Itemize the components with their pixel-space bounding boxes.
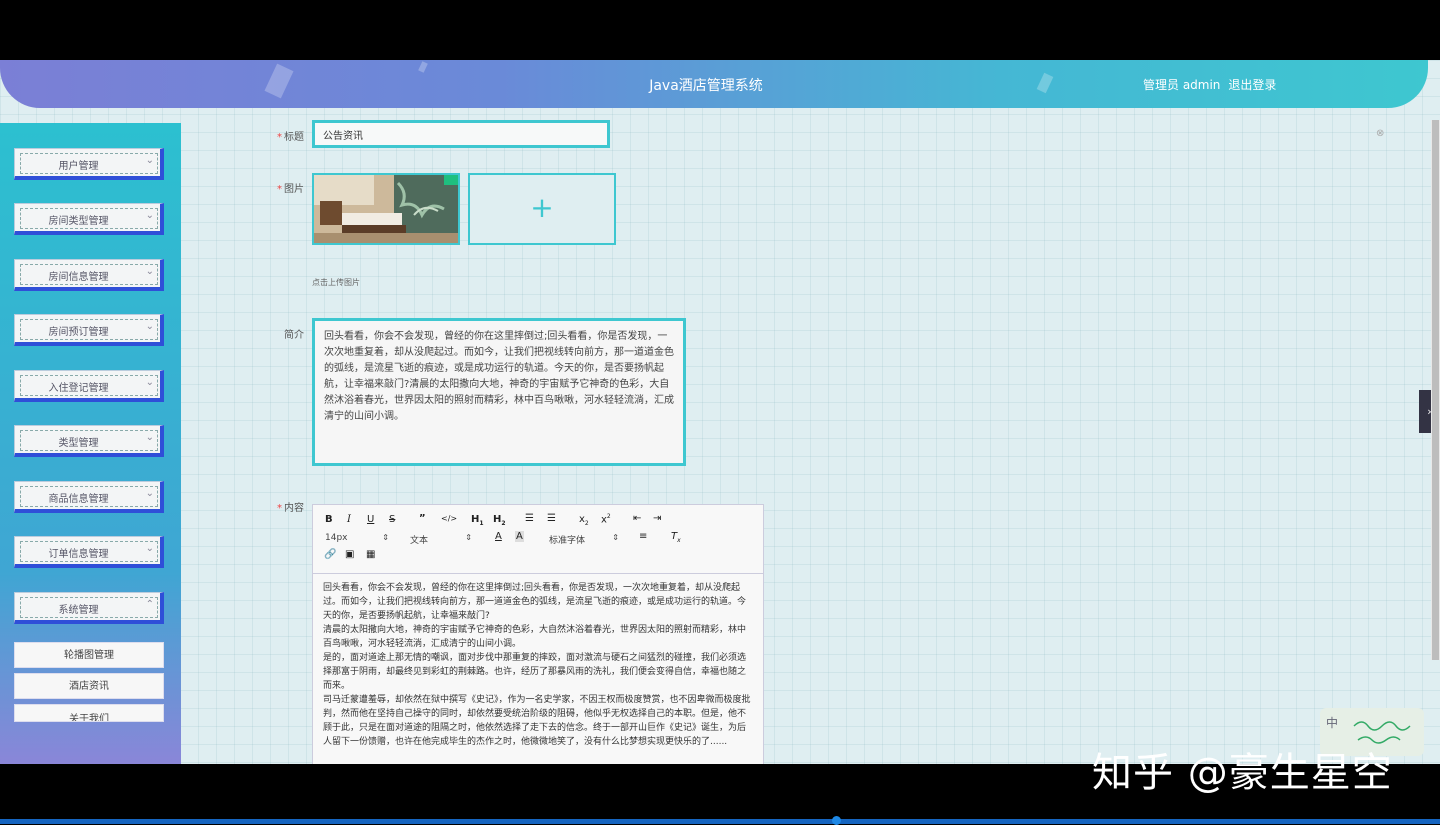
- chevron-down-icon: ⌄: [145, 543, 154, 554]
- sidebar-item-type-management[interactable]: 类型管理 ⌄: [14, 425, 164, 457]
- chevron-down-icon: ⌄: [145, 210, 154, 221]
- chevron-down-icon: ⌄: [145, 155, 154, 166]
- sidebar-item-label: 系统管理: [58, 605, 99, 616]
- video-icon[interactable]: ▦: [366, 549, 375, 560]
- select-arrow-icon: ⇕: [382, 533, 389, 542]
- outdent-icon[interactable]: ⇤: [633, 513, 641, 524]
- background-color-icon[interactable]: A: [515, 531, 524, 542]
- sidebar-item-room-type-management[interactable]: 房间类型管理 ⌄: [14, 203, 164, 235]
- sidebar: 用户管理 ⌄ 房间类型管理 ⌄ 房间信息管理 ⌄ 房间预订管理 ⌄ 入住登记管理…: [0, 123, 181, 764]
- editor-content[interactable]: 回头看看，你会不会发现，曾经的你在这里摔倒过;回头看看，你是否发现，一次次地重复…: [323, 581, 751, 749]
- font-size-select[interactable]: 14px ⇕: [325, 533, 389, 543]
- user-info: 管理员 admin 退出登录: [1143, 76, 1276, 93]
- username-label: 管理员 admin: [1143, 78, 1221, 92]
- editor-toolbar: B I U S ” </> H1 H2 ☰ ☰ x2 x2 ⇤ ⇥ 14px ⇕ …: [313, 505, 763, 574]
- bullet-list-icon[interactable]: ☰: [547, 513, 556, 524]
- rich-text-editor: B I U S ” </> H1 H2 ☰ ☰ x2 x2 ⇤ ⇥ 14px ⇕ …: [312, 504, 764, 764]
- upload-tip: 点击上传图片: [312, 278, 360, 287]
- sidebar-item-label: 用户管理: [58, 161, 99, 172]
- decor-shape: [418, 61, 428, 73]
- upload-image-button[interactable]: +: [468, 173, 616, 245]
- submenu-item-carousel[interactable]: 轮播图管理: [14, 642, 164, 668]
- hotel-room-image: [314, 175, 458, 243]
- code-block-icon[interactable]: </>: [441, 514, 457, 523]
- sidebar-item-room-info-management[interactable]: 房间信息管理 ⌄: [14, 259, 164, 291]
- bold-icon[interactable]: B: [325, 514, 333, 525]
- subscript-icon[interactable]: x2: [579, 514, 589, 527]
- strikethrough-icon[interactable]: S: [389, 514, 395, 525]
- chevron-down-icon: ⌄: [145, 377, 154, 388]
- sidebar-item-label: 商品信息管理: [48, 494, 109, 505]
- submenu-item-hotel-news[interactable]: 酒店资讯: [14, 673, 164, 699]
- sidebar-item-label: 订单信息管理: [48, 549, 109, 560]
- text-type-select[interactable]: 文本 ⇕: [410, 533, 472, 546]
- chevron-down-icon: ⌄: [145, 266, 154, 277]
- select-arrow-icon: ⇕: [612, 533, 619, 542]
- top-header: Java酒店管理系统 管理员 admin 退出登录: [0, 60, 1428, 108]
- indent-icon[interactable]: ⇥: [653, 513, 661, 524]
- sidebar-item-room-booking-management[interactable]: 房间预订管理 ⌄: [14, 314, 164, 346]
- editor-paragraph: 清晨的太阳撒向大地，神奇的宇宙赋予它神奇的色彩，大自然沐浴着春光，世界因太阳的照…: [323, 625, 747, 649]
- logout-link[interactable]: 退出登录: [1228, 78, 1276, 92]
- watermark-text: 知乎 @豪生星空: [1092, 750, 1393, 796]
- sidebar-item-system-management[interactable]: 系统管理 ⌃: [14, 592, 164, 624]
- uploaded-image[interactable]: [312, 173, 460, 245]
- sidebar-item-label: 房间信息管理: [48, 272, 109, 283]
- italic-icon[interactable]: I: [347, 514, 351, 525]
- heading1-icon[interactable]: H1: [471, 514, 484, 527]
- font-family-select[interactable]: 标准字体 ⇕: [549, 533, 619, 546]
- plus-icon: +: [530, 191, 554, 224]
- app-stage: Java酒店管理系统 管理员 admin 退出登录 用户管理 ⌄ 房间类型管理 ⌄…: [0, 60, 1440, 764]
- underline-icon[interactable]: U: [367, 514, 374, 525]
- chevron-down-icon: ⌄: [145, 488, 154, 499]
- font-color-icon[interactable]: A: [495, 531, 502, 542]
- chevron-up-icon: ⌃: [145, 599, 154, 610]
- scrollbar-thumb[interactable]: [1432, 120, 1439, 660]
- editor-paragraph: 回头看看，你会不会发现，曾经的你在这里摔倒过;回头看看，你是否发现，一次次地重复…: [323, 583, 747, 621]
- sidebar-item-product-management[interactable]: 商品信息管理 ⌄: [14, 481, 164, 513]
- sidebar-item-order-management[interactable]: 订单信息管理 ⌄: [14, 536, 164, 568]
- title-input[interactable]: [312, 120, 610, 148]
- editor-paragraph: 是的，面对道途上那无情的嘲讽，面对步伐中那重复的摔跤，面对激流与硬石之间猛烈的碰…: [323, 653, 747, 691]
- sidebar-item-label: 房间预订管理: [48, 327, 109, 338]
- image-label: * 图片: [277, 184, 304, 195]
- sidebar-item-label: 类型管理: [58, 438, 99, 449]
- heading2-icon[interactable]: H2: [493, 514, 506, 527]
- title-label: * 标题: [277, 132, 304, 143]
- link-icon[interactable]: 🔗: [324, 549, 336, 560]
- close-icon[interactable]: ⊗: [1376, 128, 1384, 139]
- blockquote-icon[interactable]: ”: [419, 513, 426, 524]
- sidebar-item-checkin-management[interactable]: 入住登记管理 ⌄: [14, 370, 164, 402]
- scrollbar[interactable]: [1431, 120, 1440, 660]
- image-icon[interactable]: ▣: [345, 549, 354, 560]
- clear-format-icon[interactable]: Tx: [671, 531, 681, 544]
- superscript-icon[interactable]: x2: [601, 513, 611, 525]
- chevron-down-icon: ⌄: [145, 432, 154, 443]
- sidebar-item-label: 房间类型管理: [48, 216, 109, 227]
- chevron-down-icon: ⌄: [145, 321, 154, 332]
- intro-label: 简介: [284, 330, 304, 341]
- editor-paragraph: 司马迁蒙遭羞辱，却依然在狱中撰写《史记》，作为一名史学家，不因王权而极度赞赏，也…: [323, 695, 751, 747]
- align-icon[interactable]: ≡: [639, 531, 647, 542]
- video-progress-bar[interactable]: [0, 816, 1440, 825]
- intro-textarea[interactable]: 回头看看，你会不会发现，曾经的你在这里摔倒过;回头看看，你是否发现，一次次地重复…: [312, 318, 686, 466]
- submenu-item-about-us[interactable]: 关于我们: [14, 704, 164, 722]
- ordered-list-icon[interactable]: ☰: [525, 513, 534, 524]
- sidebar-item-user-management[interactable]: 用户管理 ⌄: [14, 148, 164, 180]
- sidebar-item-label: 入住登记管理: [48, 383, 109, 394]
- widget-label: 中: [1326, 716, 1339, 730]
- select-arrow-icon: ⇕: [465, 533, 472, 542]
- content-label: * 内容: [277, 503, 304, 514]
